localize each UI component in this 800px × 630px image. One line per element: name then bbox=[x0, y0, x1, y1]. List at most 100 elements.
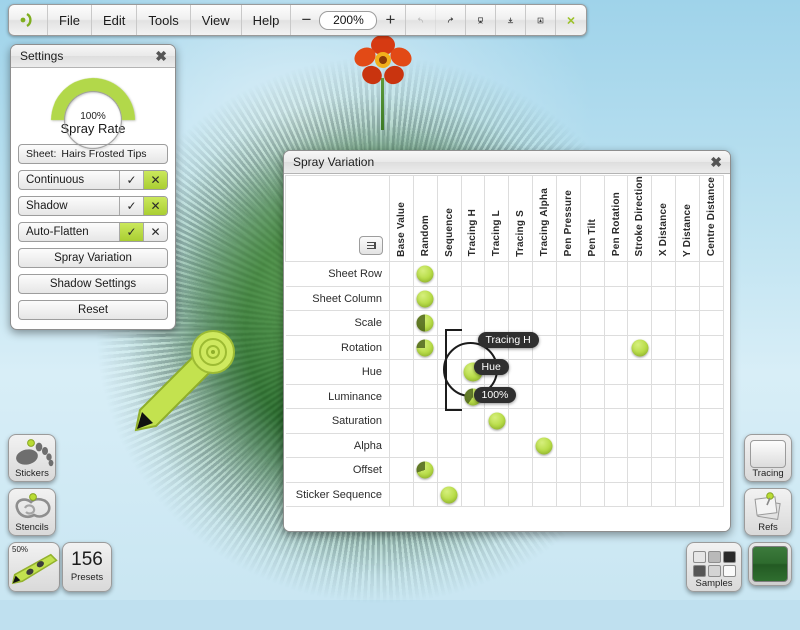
stickers-button[interactable]: Stickers bbox=[8, 434, 56, 482]
matrix-cell[interactable] bbox=[627, 481, 653, 508]
matrix-cell[interactable] bbox=[436, 285, 462, 312]
matrix-col-tracing-l[interactable]: Tracing L bbox=[484, 174, 510, 263]
redo-icon[interactable] bbox=[436, 5, 467, 35]
zoom-level-field[interactable]: 200% bbox=[319, 10, 378, 30]
matrix-cell[interactable] bbox=[603, 457, 629, 483]
matrix-cell[interactable] bbox=[460, 432, 486, 459]
matrix-cell[interactable] bbox=[389, 334, 414, 361]
matrix-cell[interactable] bbox=[627, 432, 653, 459]
matrix-cell[interactable] bbox=[436, 359, 462, 385]
matrix-cell[interactable] bbox=[603, 261, 629, 287]
variation-dot[interactable] bbox=[488, 412, 506, 430]
download-icon[interactable] bbox=[496, 5, 527, 35]
matrix-cell[interactable] bbox=[555, 310, 581, 336]
matrix-col-stroke-direction[interactable]: Stroke Direction bbox=[627, 174, 653, 263]
matrix-cell[interactable] bbox=[698, 285, 725, 312]
matrix-cell[interactable] bbox=[532, 261, 557, 287]
matrix-cell[interactable] bbox=[508, 285, 534, 312]
matrix-cell[interactable] bbox=[555, 481, 581, 508]
matrix-col-random[interactable]: Random bbox=[412, 174, 438, 263]
matrix-cell[interactable] bbox=[460, 457, 486, 483]
matrix-cell[interactable] bbox=[412, 285, 438, 312]
matrix-cell[interactable] bbox=[389, 359, 414, 385]
matrix-row-label-hue[interactable]: Hue bbox=[285, 359, 390, 385]
sample-swatch[interactable] bbox=[722, 565, 736, 577]
matrix-cell[interactable] bbox=[412, 359, 438, 385]
samples-button[interactable]: Samples bbox=[686, 542, 742, 592]
variation-dot[interactable] bbox=[416, 461, 434, 479]
matrix-cell[interactable] bbox=[698, 261, 725, 287]
menu-view[interactable]: View bbox=[191, 5, 242, 35]
sample-swatch[interactable] bbox=[692, 565, 706, 577]
sample-swatch[interactable] bbox=[707, 551, 721, 563]
matrix-cell[interactable] bbox=[698, 457, 725, 483]
matrix-cell[interactable] bbox=[532, 383, 557, 410]
menu-help[interactable]: Help bbox=[242, 5, 292, 35]
matrix-cell[interactable] bbox=[555, 457, 581, 483]
matrix-cell[interactable] bbox=[436, 481, 462, 508]
matrix-col-tracing-s[interactable]: Tracing S bbox=[508, 174, 534, 263]
matrix-cell[interactable] bbox=[555, 383, 581, 410]
app-logo-icon[interactable] bbox=[9, 5, 48, 35]
matrix-cell[interactable] bbox=[675, 457, 700, 483]
variation-dot[interactable] bbox=[631, 339, 649, 357]
presets-button[interactable]: 156 Presets bbox=[62, 542, 112, 592]
toggle-continuous-yes[interactable]: ✓ bbox=[119, 171, 143, 189]
matrix-cell[interactable] bbox=[460, 481, 486, 508]
matrix-cell[interactable] bbox=[579, 481, 605, 508]
matrix-row-label-sticker-sequence[interactable]: Sticker Sequence bbox=[285, 481, 390, 508]
matrix-cell[interactable] bbox=[508, 481, 534, 508]
easel-icon[interactable] bbox=[466, 5, 497, 35]
matrix-cell[interactable] bbox=[412, 408, 438, 434]
brush-preset-button[interactable]: 50% bbox=[8, 542, 60, 592]
close-icon[interactable]: ✖ bbox=[155, 49, 167, 63]
matrix-cell[interactable] bbox=[460, 310, 486, 336]
reset-button[interactable]: Reset bbox=[18, 300, 168, 320]
matrix-cell[interactable] bbox=[555, 334, 581, 361]
toggle-auto-flatten[interactable]: Auto-Flatten ✓ ✕ bbox=[18, 222, 168, 242]
variation-dot[interactable] bbox=[416, 314, 434, 332]
matrix-cell[interactable] bbox=[532, 408, 557, 434]
matrix-cell[interactable] bbox=[555, 285, 581, 312]
matrix-cell[interactable] bbox=[675, 261, 700, 287]
matrix-cell[interactable] bbox=[651, 359, 677, 385]
matrix-cell[interactable] bbox=[603, 334, 629, 361]
matrix-cell[interactable] bbox=[651, 481, 677, 508]
matrix-cell[interactable] bbox=[675, 285, 700, 312]
matrix-cell[interactable] bbox=[389, 457, 414, 483]
zoom-in-button[interactable]: + bbox=[383, 10, 397, 30]
matrix-cell[interactable] bbox=[675, 359, 700, 385]
spray-rate-gauge[interactable]: 100% Spray Rate bbox=[18, 60, 168, 180]
matrix-cell[interactable] bbox=[412, 457, 438, 483]
matrix-cell[interactable] bbox=[389, 481, 414, 508]
matrix-cell[interactable] bbox=[651, 261, 677, 287]
matrix-cell[interactable]: Tracing H Hue 100% bbox=[442, 329, 539, 412]
matrix-cell[interactable] bbox=[603, 408, 629, 434]
toggle-shadow-yes[interactable]: ✓ bbox=[119, 197, 143, 215]
menu-file[interactable]: File bbox=[48, 5, 92, 35]
matrix-col-y-distance[interactable]: Y Distance bbox=[675, 174, 700, 263]
matrix-row-label-saturation[interactable]: Saturation bbox=[285, 408, 390, 434]
matrix-col-base-value[interactable]: Base Value bbox=[389, 174, 414, 263]
matrix-cell[interactable] bbox=[436, 310, 462, 336]
matrix-cell[interactable] bbox=[627, 334, 653, 361]
matrix-col-pen-pressure[interactable]: Pen Pressure bbox=[555, 174, 581, 263]
matrix-row-label-sheet-column[interactable]: Sheet Column bbox=[285, 285, 390, 312]
stencils-button[interactable]: Stencils bbox=[8, 488, 56, 536]
matrix-row-label-sheet-row[interactable]: Sheet Row bbox=[285, 261, 390, 287]
matrix-cell[interactable] bbox=[698, 383, 725, 410]
toggle-auto-flatten-yes[interactable]: ✓ bbox=[119, 223, 143, 241]
current-color-button[interactable] bbox=[748, 542, 792, 586]
matrix-cell[interactable] bbox=[603, 359, 629, 385]
matrix-cell[interactable] bbox=[627, 310, 653, 336]
menu-edit[interactable]: Edit bbox=[92, 5, 138, 35]
matrix-cell[interactable] bbox=[484, 408, 510, 434]
matrix-cell[interactable] bbox=[555, 359, 581, 385]
matrix-cell[interactable] bbox=[698, 481, 725, 508]
toggle-shadow[interactable]: Shadow ✓ ✕ bbox=[18, 196, 168, 216]
matrix-cell[interactable] bbox=[627, 457, 653, 483]
matrix-cell[interactable] bbox=[508, 408, 534, 434]
matrix-cell[interactable] bbox=[532, 285, 557, 312]
matrix-cell[interactable] bbox=[436, 432, 462, 459]
main-toolbar[interactable]: File Edit Tools View Help − 200% + bbox=[8, 4, 588, 36]
